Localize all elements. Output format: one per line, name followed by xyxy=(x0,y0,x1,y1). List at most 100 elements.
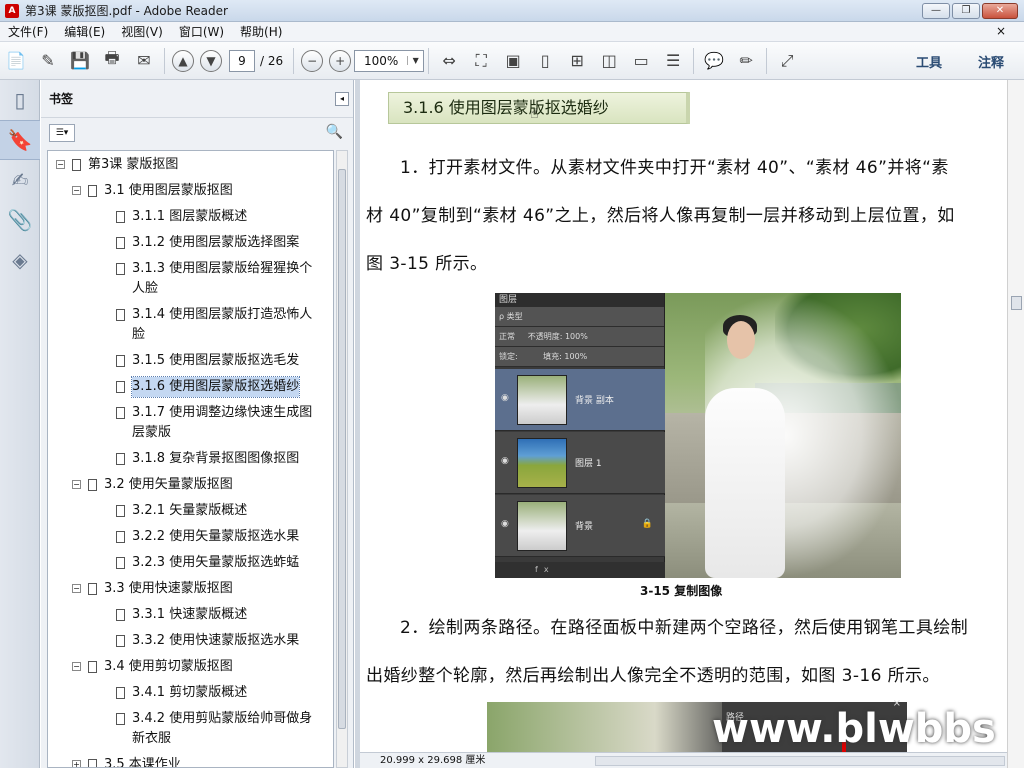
close-button[interactable]: ✕ xyxy=(982,3,1018,19)
bookmark-item[interactable]: − 3.2 使用矢量蒙版抠图 xyxy=(48,475,333,501)
comment-icon[interactable]: 💬 xyxy=(701,48,727,74)
maximize-button[interactable]: ❐ xyxy=(952,3,980,19)
paragraph-1-line-1: 1．打开素材文件。从素材文件夹中打开“素材 40”、“素材 46”并将“素 xyxy=(400,158,949,178)
layers-icon[interactable]: ◈ xyxy=(0,240,40,280)
scrollbar-thumb[interactable] xyxy=(338,169,346,729)
email-icon[interactable]: ✉ xyxy=(131,48,157,74)
document-close-icon[interactable]: × xyxy=(988,24,1014,38)
expand-icon[interactable]: + xyxy=(72,760,81,767)
window-controls: — ❐ ✕ xyxy=(922,3,1018,19)
bookmark-item[interactable]: − 3.3 使用快速蒙版抠图 xyxy=(48,579,333,605)
bookmark-label: 3.2.1 矢量蒙版概述 xyxy=(132,503,248,518)
paragraph-1-line-2: 材 40”复制到“素材 46”之上，然后将人像再复制一层并移动到上层位置，如 xyxy=(366,206,955,226)
display-icon[interactable]: ▭ xyxy=(628,48,654,74)
layers-tab: 图层 xyxy=(495,293,664,307)
edit-pdf-icon[interactable]: ✎ xyxy=(35,48,61,74)
page-dimensions: 20.999 x 29.698 厘米 xyxy=(380,755,486,766)
expand-icon[interactable]: ⤢ xyxy=(774,48,800,74)
bookmark-item[interactable]: 3.1.4 使用图层蒙版打造恐怖人脸 xyxy=(48,305,333,351)
menu-edit[interactable]: 编辑(E) xyxy=(56,23,113,40)
bookmark-item[interactable]: 3.2.2 使用矢量蒙版抠选水果 xyxy=(48,527,333,553)
collapse-icon[interactable]: − xyxy=(72,584,81,593)
full-page-icon[interactable]: ▣ xyxy=(500,48,526,74)
layer-background-copy: ◉ 背景 副本 xyxy=(495,369,665,431)
bookmark-icon xyxy=(116,211,125,223)
page-total: / 26 xyxy=(260,53,284,68)
chevron-down-icon[interactable]: ▼ xyxy=(407,56,423,65)
document-view: 3.1.6 使用图层蒙版抠选婚纱 ☝ 1．打开素材文件。从素材文件夹中打开“素材… xyxy=(360,80,1007,752)
save-icon[interactable]: 💾 xyxy=(67,48,93,74)
bookmark-scrollbar[interactable] xyxy=(336,150,348,768)
signatures-icon[interactable]: ✍ xyxy=(0,160,40,200)
bookmark-label: 3.1 使用图层蒙版抠图 xyxy=(104,183,233,198)
horizontal-scrollbar[interactable] xyxy=(595,756,1005,766)
bookmark-item[interactable]: 3.4.2 使用剪贴蒙版给帅哥做身 新衣服 xyxy=(48,709,333,755)
collapse-icon[interactable]: − xyxy=(72,662,81,671)
bookmarks-icon[interactable]: 🔖 xyxy=(0,120,40,160)
bookmarks-header: 书签 ◂ xyxy=(41,80,353,118)
attachments-icon[interactable]: 📎 xyxy=(0,200,40,240)
fit-page-icon[interactable]: ⛶ xyxy=(468,48,494,74)
bookmark-icon xyxy=(116,505,125,517)
menu-window[interactable]: 窗口(W) xyxy=(171,23,232,40)
collapse-icon[interactable]: − xyxy=(56,160,65,169)
highlight-icon[interactable]: ✏ xyxy=(733,48,759,74)
zoom-select[interactable]: 100% ▼ xyxy=(354,49,425,72)
menu-file[interactable]: 文件(F) xyxy=(0,23,56,40)
comment-button[interactable]: 注释 xyxy=(978,42,1004,80)
two-page-icon[interactable]: ◫ xyxy=(596,48,622,74)
next-page-icon[interactable]: ▼ xyxy=(200,49,222,72)
adobe-reader-icon: A xyxy=(5,3,19,18)
bookmark-item[interactable]: − 3.4 使用剪切蒙版抠图 xyxy=(48,657,333,683)
layer-name: 背景 副本 xyxy=(575,396,614,406)
bookmark-find-icon[interactable]: 🔍 xyxy=(326,124,343,140)
bookmark-item[interactable]: 3.1.7 使用调整边缘快速生成图 层蒙版 xyxy=(48,403,333,449)
scrollbar-thumb[interactable] xyxy=(1011,296,1022,310)
zoom-in-icon[interactable]: + xyxy=(329,49,352,72)
collapse-icon[interactable]: − xyxy=(72,186,81,195)
bookmark-item[interactable]: 3.1.5 使用图层蒙版抠选毛发 xyxy=(48,351,333,377)
menu-view[interactable]: 视图(V) xyxy=(113,23,171,40)
paragraph-1-line-3: 图 3-15 所示。 xyxy=(366,254,488,274)
bookmark-item[interactable]: 3.3.2 使用快速蒙版抠选水果 xyxy=(48,631,333,657)
bookmark-item[interactable]: 3.1.1 图层蒙版概述 xyxy=(48,207,333,233)
bookmark-item[interactable]: 3.4.1 剪切蒙版概述 xyxy=(48,683,333,709)
document-scrollbar[interactable] xyxy=(1007,80,1024,768)
bookmark-icon xyxy=(72,159,81,171)
previous-page-icon[interactable]: ▲ xyxy=(172,49,194,72)
bookmark-icon xyxy=(116,609,125,621)
bookmark-item[interactable]: 3.3.1 快速蒙版概述 xyxy=(48,605,333,631)
single-page-icon[interactable]: ▯ xyxy=(532,48,558,74)
bookmark-item[interactable]: 3.1.8 复杂背景抠图图像抠图 xyxy=(48,449,333,475)
layer-thumbnail xyxy=(517,501,567,551)
bookmark-item[interactable]: 3.1.3 使用图层蒙版给猩猩换个 人脸 xyxy=(48,259,333,305)
navigation-strip: ▯ 🔖 ✍ 📎 ◈ xyxy=(0,80,40,768)
layer-background: ◉ 背景 🔒 xyxy=(495,495,665,557)
zoom-out-icon[interactable]: − xyxy=(301,49,324,72)
minimize-button[interactable]: — xyxy=(922,3,950,19)
bookmark-item[interactable]: 3.1.6 使用图层蒙版抠选婚纱 xyxy=(48,376,333,403)
fit-width-icon[interactable]: ⇔ xyxy=(436,48,462,74)
page-number-input[interactable]: 9 xyxy=(229,49,255,72)
scrolling-icon[interactable]: ⊞ xyxy=(564,48,590,74)
hand-cursor-icon: ☝ xyxy=(530,106,539,122)
create-pdf-icon[interactable]: 📄 xyxy=(3,48,29,74)
bookmark-item[interactable]: +3.5 本课作业 xyxy=(48,755,333,767)
page-thumbnails-icon[interactable]: ▯ xyxy=(0,80,40,120)
continuous-icon[interactable]: ☰ xyxy=(660,48,686,74)
tools-button[interactable]: 工具 xyxy=(916,42,942,80)
bookmark-icon xyxy=(116,237,125,249)
menu-help[interactable]: 帮助(H) xyxy=(232,23,290,40)
layer-name: 图层 1 xyxy=(575,459,602,469)
collapse-icon[interactable]: − xyxy=(72,480,81,489)
options-menu-icon[interactable]: ☰▾ xyxy=(49,124,75,142)
collapse-panel-icon[interactable]: ◂ xyxy=(335,92,349,106)
bookmark-item[interactable]: 3.2.3 使用矢量蒙版抠选蚱蜢 xyxy=(48,553,333,579)
print-icon[interactable]: 🖶 xyxy=(99,48,125,74)
bookmark-item[interactable]: 3.1.2 使用图层蒙版选择图案 xyxy=(48,233,333,259)
bookmark-label: 3.1.4 使用图层蒙版打造恐怖人 xyxy=(132,307,313,322)
bookmark-item[interactable]: − 3.1 使用图层蒙版抠图 xyxy=(48,181,333,207)
bookmark-icon xyxy=(116,453,125,465)
bookmark-item[interactable]: − 第3课 蒙版抠图 xyxy=(48,155,333,181)
bookmark-item[interactable]: 3.2.1 矢量蒙版概述 xyxy=(48,501,333,527)
